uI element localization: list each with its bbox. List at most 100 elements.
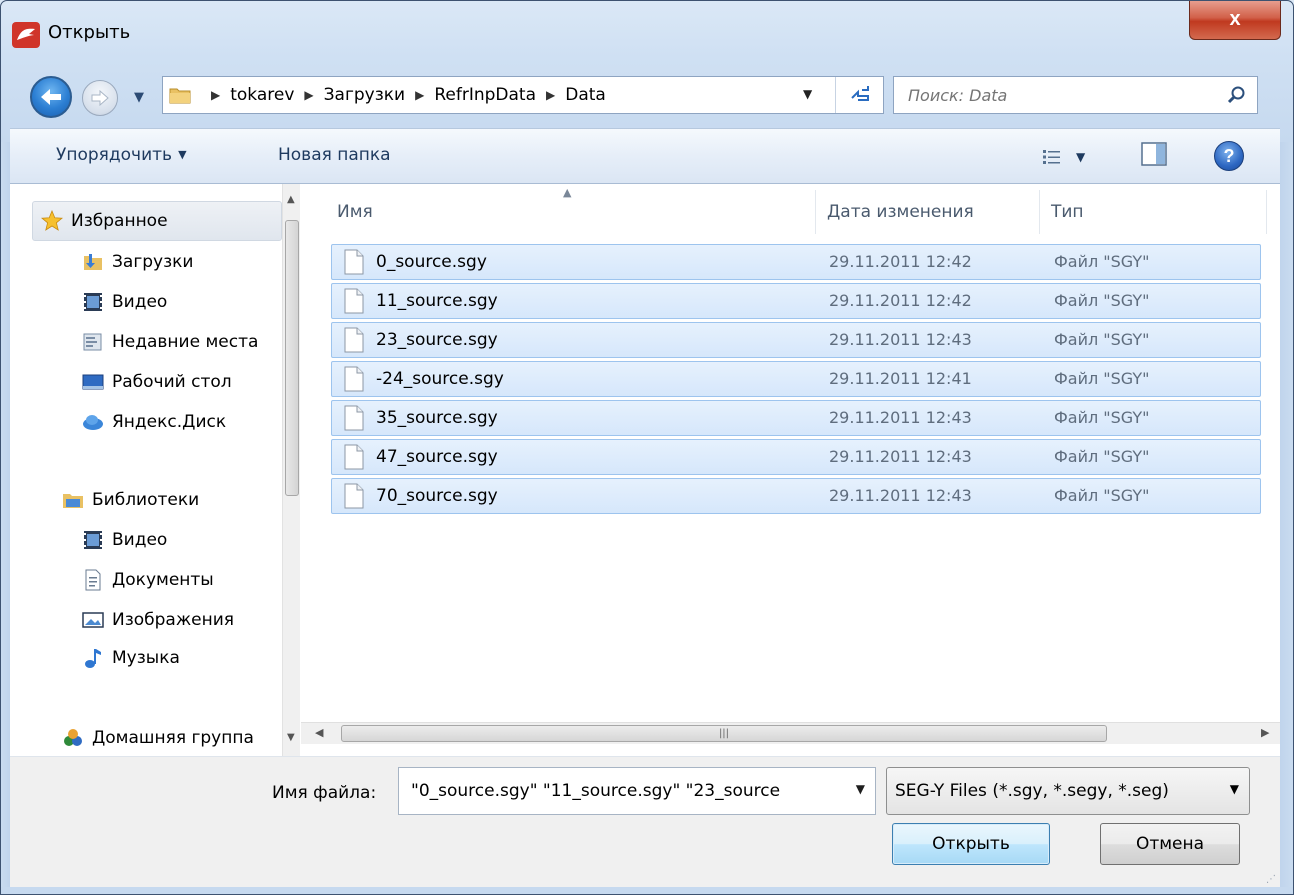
file-type-select[interactable]: SEG-Y Files (*.sgy, *.segy, *.seg) ▼	[886, 767, 1250, 815]
open-button[interactable]: Открыть	[892, 823, 1050, 865]
file-name: 23_source.sgy	[376, 330, 498, 350]
navigation-pane: Избранное Загрузки Видео Недавние места …	[10, 184, 300, 756]
refresh-button[interactable]	[835, 77, 883, 113]
arrow-left-icon	[41, 89, 61, 105]
chevron-down-icon[interactable]: ▼	[856, 782, 865, 796]
nav-libraries[interactable]: Библиотеки	[62, 482, 278, 518]
file-date: 29.11.2011 12:43	[829, 330, 972, 349]
preview-pane-button[interactable]	[1140, 141, 1168, 169]
change-view-button[interactable]: ▼	[1042, 143, 1102, 171]
chevron-down-icon[interactable]: ▼	[803, 87, 812, 101]
column-divider[interactable]	[815, 190, 816, 234]
nav-favorites-label: Избранное	[71, 211, 168, 231]
nav-item-library-video[interactable]: Видео	[82, 522, 278, 558]
file-list-hscrollbar[interactable]: ◀ ||| ▶	[301, 722, 1280, 744]
file-row[interactable]: 47_source.sgy 29.11.2011 12:43 Файл "SGY…	[331, 439, 1261, 475]
nav-item-label: Недавние места	[112, 332, 259, 352]
scroll-left-icon[interactable]: ◀	[315, 726, 323, 739]
file-row[interactable]: 0_source.sgy 29.11.2011 12:42 Файл "SGY"	[331, 244, 1261, 280]
nav-item-label: Рабочий стол	[112, 372, 232, 392]
nav-favorites[interactable]: Избранное	[32, 201, 282, 241]
breadcrumb-item[interactable]: RefrInpData	[434, 85, 536, 105]
close-button[interactable]: x	[1189, 0, 1281, 40]
nav-scrollbar[interactable]: ▲ ▼	[282, 184, 300, 756]
search-input[interactable]	[908, 85, 1228, 105]
file-icon	[344, 327, 364, 353]
hscrollbar-thumb[interactable]: |||	[341, 725, 1107, 742]
nav-item-downloads[interactable]: Загрузки	[82, 244, 278, 280]
search-box[interactable]	[893, 76, 1258, 114]
filename-label: Имя файла:	[272, 783, 377, 803]
cancel-button[interactable]: Отмена	[1100, 823, 1240, 865]
refresh-icon	[850, 86, 869, 101]
command-bar: Упорядочить ▼ Новая папка ▼ ?	[10, 128, 1280, 184]
help-button[interactable]: ?	[1214, 141, 1244, 171]
file-name: 35_source.sgy	[376, 408, 498, 428]
nav-item-label: Изображения	[112, 610, 235, 630]
address-bar[interactable]: ▶ tokarev ▶ Загрузки ▶ RefrInpData ▶ Dat…	[162, 76, 884, 114]
file-type: Файл "SGY"	[1054, 408, 1150, 427]
file-name: 0_source.sgy	[376, 252, 487, 272]
nav-item-pictures[interactable]: Изображения	[82, 602, 278, 638]
filename-input[interactable]	[411, 781, 841, 801]
chevron-down-icon: ▼	[1076, 150, 1086, 164]
breadcrumb-item[interactable]: tokarev	[230, 85, 294, 105]
nav-item-music[interactable]: Музыка	[82, 640, 278, 676]
nav-homegroup[interactable]: Домашняя группа	[62, 720, 278, 756]
column-divider[interactable]	[1039, 190, 1040, 234]
file-type: Файл "SGY"	[1054, 330, 1150, 349]
app-icon	[12, 22, 40, 48]
scroll-up-icon[interactable]: ▲	[287, 194, 295, 205]
file-date: 29.11.2011 12:43	[829, 447, 972, 466]
new-folder-button[interactable]: Новая папка	[278, 145, 391, 165]
column-header-date[interactable]: Дата изменения	[827, 184, 974, 240]
nav-item-video[interactable]: Видео	[82, 284, 278, 320]
file-icon	[344, 366, 364, 392]
nav-scrollbar-thumb[interactable]	[285, 220, 299, 496]
organize-button[interactable]: Упорядочить ▼	[56, 145, 187, 165]
file-type-selected: SEG-Y Files (*.sgy, *.segy, *.seg)	[895, 781, 1169, 801]
file-row[interactable]: 11_source.sgy 29.11.2011 12:42 Файл "SGY…	[331, 283, 1261, 319]
file-type: Файл "SGY"	[1054, 291, 1150, 310]
search-icon[interactable]	[1227, 85, 1247, 105]
recent-places-icon	[82, 331, 104, 353]
pictures-icon	[82, 609, 104, 631]
file-row[interactable]: 23_source.sgy 29.11.2011 12:43 Файл "SGY…	[331, 322, 1261, 358]
video-icon	[82, 291, 104, 313]
back-button[interactable]	[30, 76, 72, 118]
nav-item-yandex-disk[interactable]: Яндекс.Диск	[82, 404, 278, 440]
file-date: 29.11.2011 12:43	[829, 486, 972, 505]
scroll-right-icon[interactable]: ▶	[1261, 726, 1269, 739]
desktop-icon	[82, 371, 104, 393]
chevron-right-icon[interactable]: ▶	[211, 88, 220, 102]
scroll-down-icon[interactable]: ▼	[287, 732, 295, 743]
open-file-dialog: Открыть x ▼ ▶ tokarev ▶ Загрузки ▶ RefrI…	[0, 0, 1294, 895]
window-frame-bottom	[0, 887, 1294, 895]
chevron-right-icon[interactable]: ▶	[415, 88, 424, 102]
column-divider[interactable]	[1266, 190, 1267, 234]
nav-item-desktop[interactable]: Рабочий стол	[82, 364, 278, 400]
chevron-right-icon[interactable]: ▶	[304, 88, 313, 102]
file-row[interactable]: -24_source.sgy 29.11.2011 12:41 Файл "SG…	[331, 361, 1261, 397]
file-type: Файл "SGY"	[1054, 369, 1150, 388]
filename-combobox[interactable]: ▼	[398, 767, 876, 815]
forward-button[interactable]	[82, 80, 118, 116]
file-row[interactable]: 35_source.sgy 29.11.2011 12:43 Файл "SGY…	[331, 400, 1261, 436]
nav-item-documents[interactable]: Документы	[82, 562, 278, 598]
music-note-icon	[82, 647, 104, 669]
breadcrumb-item[interactable]: Data	[565, 85, 606, 105]
star-icon	[40, 209, 64, 232]
file-name: 70_source.sgy	[376, 486, 498, 506]
breadcrumb: ▶ tokarev ▶ Загрузки ▶ RefrInpData ▶ Dat…	[201, 85, 606, 105]
cloud-icon	[82, 411, 104, 433]
breadcrumb-item[interactable]: Загрузки	[324, 85, 405, 105]
nav-item-recent-places[interactable]: Недавние места	[82, 324, 278, 360]
column-header-name[interactable]: Имя	[337, 184, 373, 240]
chevron-right-icon[interactable]: ▶	[546, 88, 555, 102]
recent-locations-dropdown[interactable]: ▼	[134, 90, 148, 105]
file-icon	[344, 249, 364, 275]
file-row[interactable]: 70_source.sgy 29.11.2011 12:43 Файл "SGY…	[331, 478, 1261, 514]
column-header-type[interactable]: Тип	[1051, 184, 1084, 240]
resize-grip-icon[interactable]: ⋰	[1266, 874, 1276, 885]
nav-item-label: Яндекс.Диск	[112, 412, 227, 432]
